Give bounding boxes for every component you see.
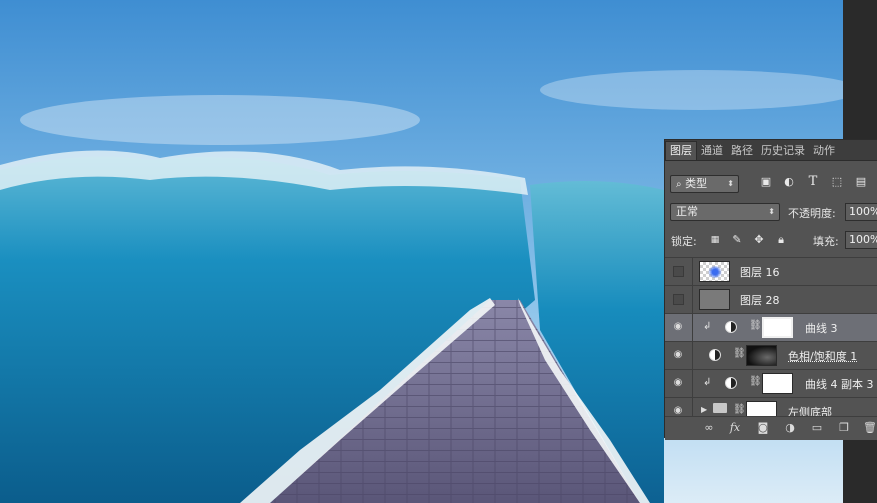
clipping-arrow-icon: ↲: [703, 321, 712, 332]
layers-bottom-toolbar: ∞ fx ◙ ◑ ▭ ❐ 🗑︎: [665, 416, 877, 440]
opacity-label: 不透明度:: [788, 207, 836, 220]
text-filter-icon[interactable]: T: [806, 175, 820, 189]
layer-row[interactable]: ◉ ▶ ⛓ 左侧底部: [665, 397, 877, 416]
folder-icon: [713, 403, 727, 413]
layer-row[interactable]: 图层 28: [665, 285, 877, 313]
add-mask-icon[interactable]: ◙: [756, 421, 770, 435]
layer-mask-thumbnail: [746, 345, 777, 366]
layer-mask-thumbnail: [746, 401, 777, 416]
layer-filter-value: 类型: [685, 177, 708, 190]
image-filter-icon[interactable]: ▣: [759, 175, 773, 189]
lock-move-icon[interactable]: ✥: [752, 233, 766, 247]
chevron-updown-icon: ⬍: [727, 179, 734, 188]
lock-all-icon[interactable]: 🔒︎: [774, 233, 788, 247]
lock-label: 锁定:: [671, 235, 697, 248]
tab-history[interactable]: 历史记录: [757, 142, 809, 160]
fill-label: 填充:: [813, 235, 839, 248]
eye-icon[interactable]: ◉: [671, 320, 685, 334]
link-icon[interactable]: ⛓: [733, 348, 746, 359]
lock-transparency-icon[interactable]: ▦: [708, 233, 722, 247]
layer-filter-select[interactable]: ⌕ 类型 ⬍: [670, 175, 739, 193]
layers-panel: 图层 通道 路径 历史记录 动作 ⌕ 类型 ⬍ ▣ ◐ T ⬚ ▤ 正常 ⬍ 不…: [664, 139, 877, 440]
expand-arrow-icon[interactable]: ▶: [701, 405, 707, 414]
tab-paths[interactable]: 路径: [727, 142, 757, 160]
new-adjustment-icon[interactable]: ◑: [783, 421, 797, 435]
link-icon[interactable]: ⛓: [733, 404, 746, 415]
layer-mask-thumbnail: [762, 373, 793, 394]
chevron-updown-icon: ⬍: [768, 207, 775, 216]
layer-thumbnail: [699, 289, 730, 310]
layer-thumbnail: [699, 261, 730, 282]
layer-name: 曲线 3: [805, 322, 838, 335]
visibility-toggle-off[interactable]: [673, 266, 684, 277]
link-icon[interactable]: ⛓: [749, 376, 762, 387]
lock-paint-icon[interactable]: ✎: [730, 233, 744, 247]
layer-style-icon[interactable]: fx: [728, 421, 742, 435]
layer-name: 图层 16: [740, 266, 780, 279]
layer-row[interactable]: ◉ ⛓ 色相/饱和度 1: [665, 341, 877, 369]
trash-icon[interactable]: 🗑︎: [863, 421, 877, 435]
blend-mode-select[interactable]: 正常 ⬍: [670, 203, 780, 221]
shape-filter-icon[interactable]: ⬚: [830, 175, 844, 189]
smart-object-filter-icon[interactable]: ▤: [854, 175, 868, 189]
fill-field[interactable]: 100%: [845, 231, 877, 249]
hue-saturation-adjustment-icon: [709, 349, 721, 361]
eye-icon[interactable]: ◉: [671, 348, 685, 362]
layer-name: 色相/饱和度 1: [788, 350, 858, 363]
search-icon: ⌕: [676, 179, 682, 190]
eye-icon[interactable]: ◉: [671, 376, 685, 390]
visibility-toggle-off[interactable]: [673, 294, 684, 305]
blend-mode-value: 正常: [676, 205, 698, 218]
tab-actions[interactable]: 动作: [809, 142, 839, 160]
panel-tabs: 图层 通道 路径 历史记录 动作: [665, 140, 877, 161]
adjustment-filter-icon[interactable]: ◐: [782, 175, 796, 189]
layer-row[interactable]: ◉ ↲ ⛓ 曲线 3: [665, 313, 877, 341]
link-layers-icon[interactable]: ∞: [702, 421, 716, 435]
clipping-arrow-icon: ↲: [703, 377, 712, 388]
layer-name: 左侧底部: [788, 406, 832, 416]
layer-mask-thumbnail: [762, 317, 793, 338]
layer-name: 曲线 4 副本 3: [805, 378, 874, 391]
layer-row[interactable]: ◉ ↲ ⛓ 曲线 4 副本 3: [665, 369, 877, 397]
curves-adjustment-icon: [725, 377, 737, 389]
new-group-icon[interactable]: ▭: [810, 421, 824, 435]
new-layer-icon[interactable]: ❐: [837, 421, 851, 435]
curves-adjustment-icon: [725, 321, 737, 333]
link-icon[interactable]: ⛓: [749, 320, 762, 331]
eye-icon[interactable]: ◉: [671, 404, 685, 416]
opacity-field[interactable]: 100%: [845, 203, 877, 221]
tab-channels[interactable]: 通道: [697, 142, 727, 160]
layer-name: 图层 28: [740, 294, 780, 307]
layer-row[interactable]: 图层 16: [665, 257, 877, 285]
tab-layers[interactable]: 图层: [665, 141, 697, 160]
